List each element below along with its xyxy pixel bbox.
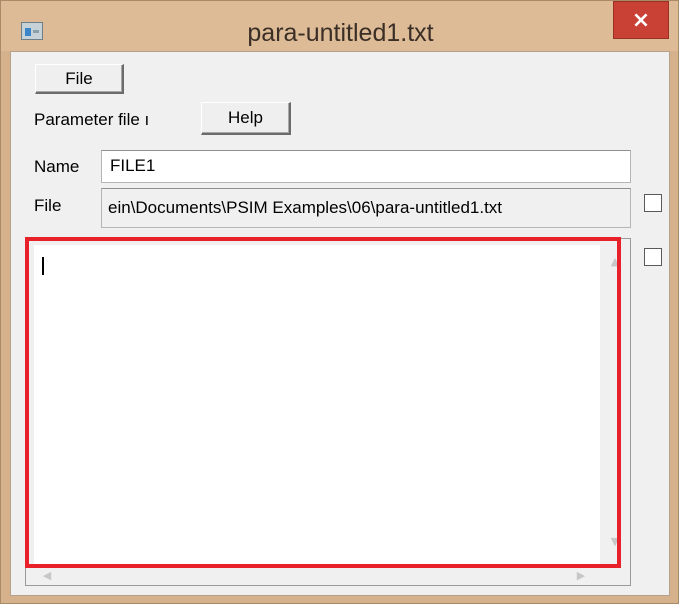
editor-checkbox[interactable] (644, 248, 662, 266)
close-icon: × (631, 8, 651, 33)
highlight-annotation (25, 237, 621, 568)
chevron-right-icon[interactable]: ▶ (574, 569, 588, 583)
app-window: para-untitled1.txt × File Parameter file… (0, 0, 679, 604)
file-path-label: File (34, 196, 62, 215)
dialog-body: File Parameter file ı Help Name FILE1 Fi… (10, 51, 670, 596)
name-label: Name (34, 157, 80, 176)
file-menu-button[interactable]: File (35, 64, 124, 94)
file-path-field: ein\Documents\PSIM Examples\06\para-unti… (101, 188, 631, 228)
parameter-file-label: Parameter file ı (34, 110, 150, 129)
help-button[interactable]: Help (201, 102, 291, 135)
name-input[interactable]: FILE1 (101, 150, 631, 183)
file-checkbox[interactable] (644, 194, 662, 212)
title-bar[interactable]: para-untitled1.txt × (1, 1, 678, 51)
chevron-left-icon[interactable]: ◀ (40, 569, 54, 583)
window-title: para-untitled1.txt (247, 19, 434, 47)
close-button[interactable]: × (613, 1, 669, 39)
